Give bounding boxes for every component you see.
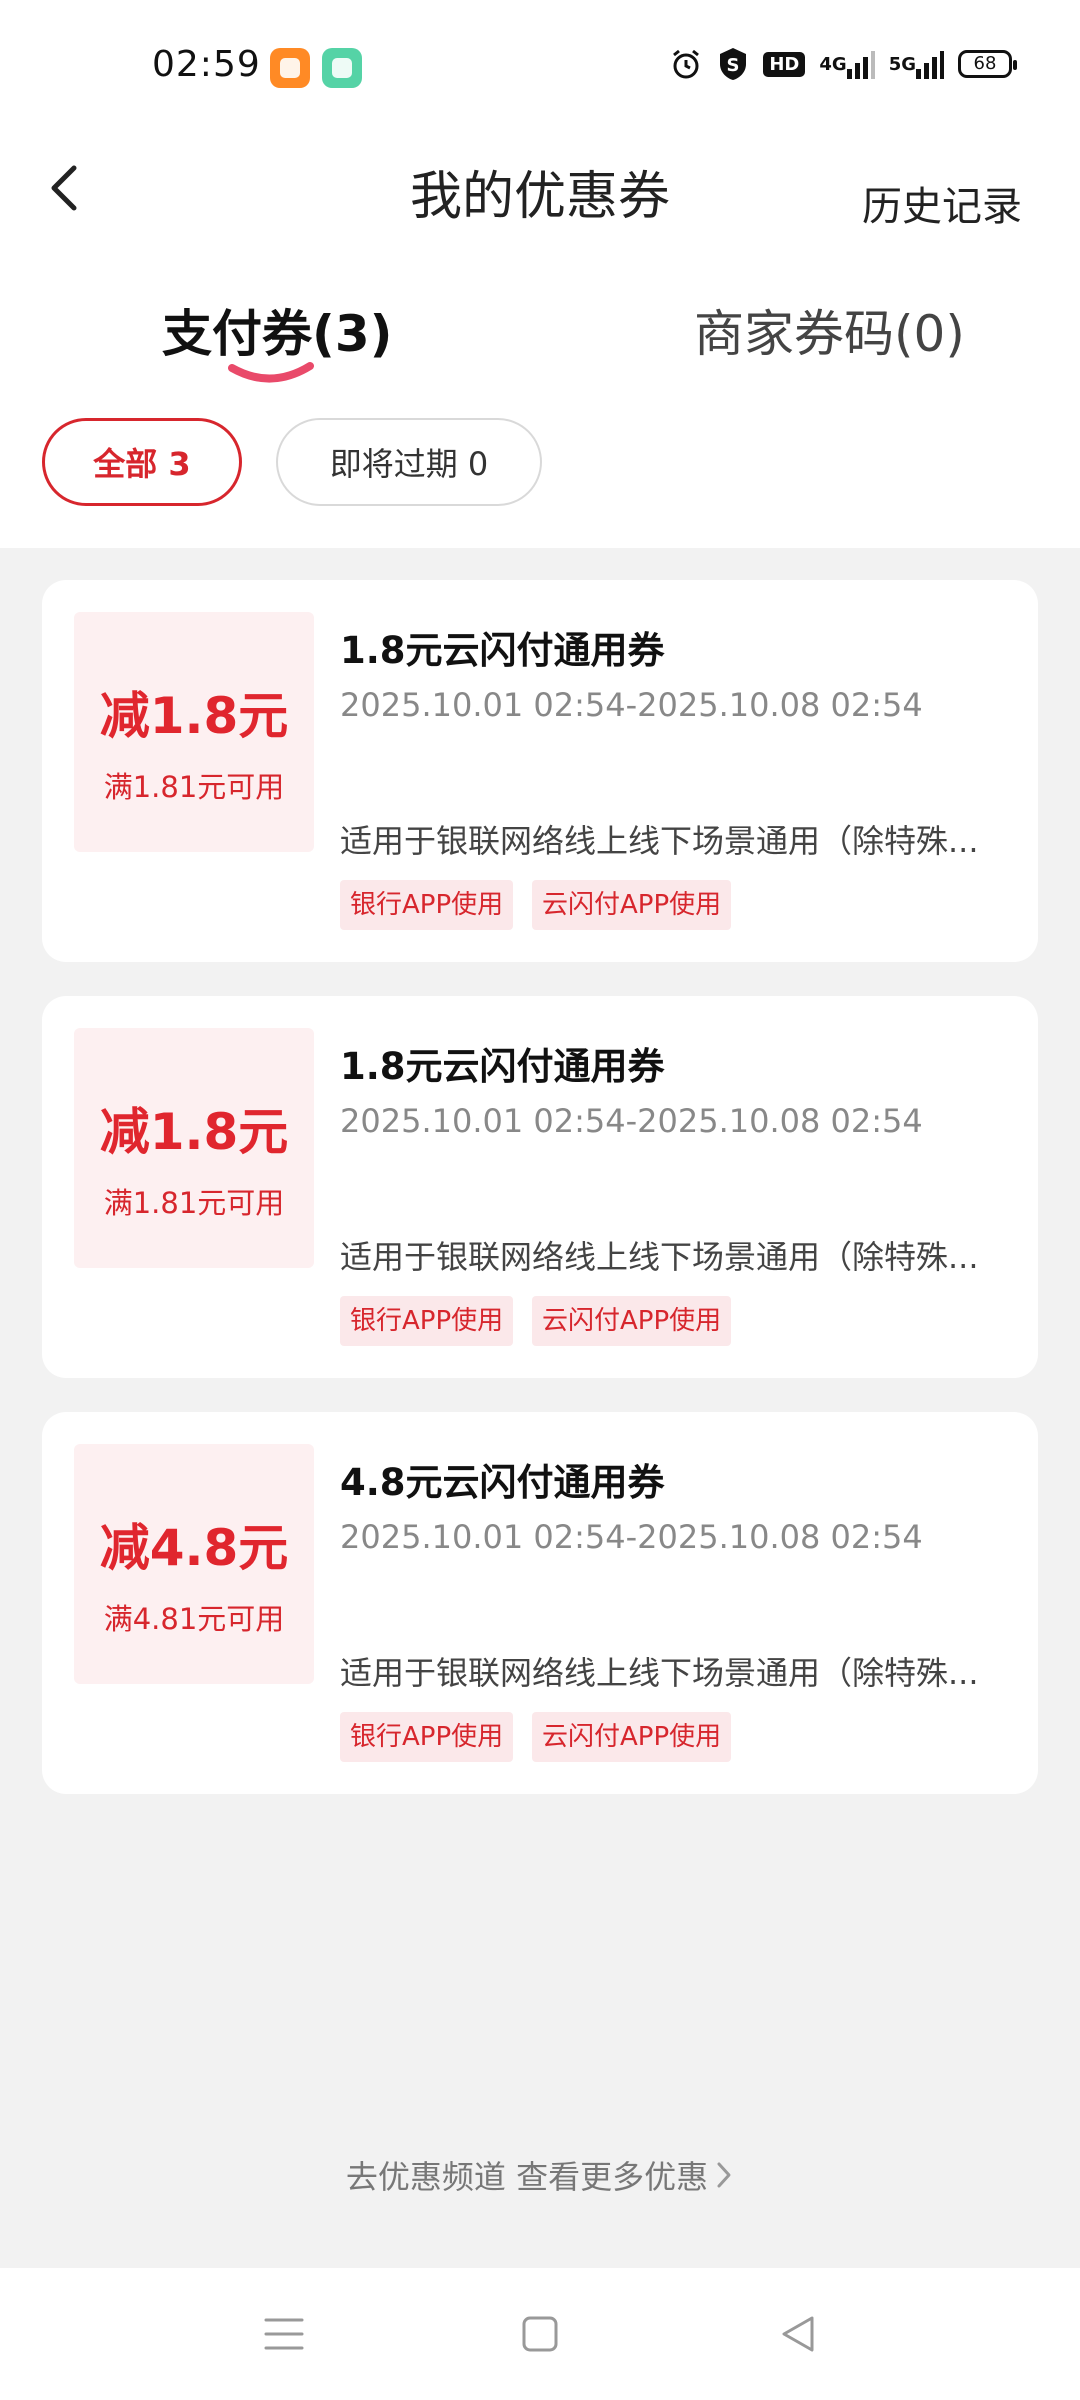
tab-merchant-codes[interactable]: 商家券码(0) — [694, 294, 965, 366]
signal-5g-icon: 5G — [889, 49, 944, 79]
hd-icon: HD — [763, 51, 806, 77]
coupon-validity: 2025.10.01 02:54-2025.10.08 02:54 — [340, 1518, 923, 1556]
coupon-amount-box: 减1.8元 满1.81元可用 — [74, 1028, 314, 1268]
alarm-icon — [669, 47, 703, 81]
app-badge-green-icon — [322, 48, 362, 88]
chevron-right-icon — [714, 2160, 734, 2198]
coupon-amount: 减1.8元 — [99, 1103, 289, 1161]
coupon-condition: 满1.81元可用 — [103, 1186, 285, 1220]
coupon-description: 适用于银联网络线上线下场景通用（除特殊... — [340, 1654, 979, 1692]
coupon-card[interactable]: 减1.8元 满1.81元可用 1.8元云闪付通用券 2025.10.01 02:… — [42, 580, 1038, 962]
coupon-tag: 银行APP使用 — [340, 1712, 514, 1762]
status-time: 02:59 — [152, 44, 261, 85]
page-header: 我的优惠券 历史记录 — [0, 136, 1080, 266]
coupon-amount: 减4.8元 — [99, 1519, 289, 1577]
coupon-title: 1.8元云闪付通用券 — [340, 1045, 665, 1088]
coupon-tag: 云闪付APP使用 — [532, 1712, 732, 1762]
coupon-validity: 2025.10.01 02:54-2025.10.08 02:54 — [340, 686, 923, 724]
history-link[interactable]: 历史记录 — [862, 174, 1022, 232]
system-nav-bar — [0, 2268, 1080, 2400]
coupon-validity: 2025.10.01 02:54-2025.10.08 02:54 — [340, 1102, 923, 1140]
coupon-tag: 银行APP使用 — [340, 880, 514, 930]
coupon-title: 1.8元云闪付通用券 — [340, 629, 665, 672]
menu-icon[interactable] — [262, 2312, 306, 2356]
coupon-amount: 减1.8元 — [99, 687, 289, 745]
coupon-description: 适用于银联网络线上线下场景通用（除特殊... — [340, 1238, 979, 1276]
battery-icon: 68 — [958, 50, 1017, 78]
more-offers-link[interactable]: 去优惠频道 查看更多优惠 — [0, 2152, 1080, 2198]
status-icons: S HD 4G 5G 68 — [669, 46, 1017, 82]
status-bar: 02:59 S HD 4G 5G 68 — [0, 0, 1080, 136]
coupon-condition: 满1.81元可用 — [103, 770, 285, 804]
app-badge-orange-icon — [270, 48, 310, 88]
coupon-description: 适用于银联网络线上线下场景通用（除特殊... — [340, 822, 979, 860]
coupon-card[interactable]: 减4.8元 满4.81元可用 4.8元云闪付通用券 2025.10.01 02:… — [42, 1412, 1038, 1794]
filter-all-chip[interactable]: 全部 3 — [42, 418, 242, 506]
coupon-condition: 满4.81元可用 — [103, 1602, 285, 1636]
coupon-card[interactable]: 减1.8元 满1.81元可用 1.8元云闪付通用券 2025.10.01 02:… — [42, 996, 1038, 1378]
net2-label: 5G — [888, 53, 916, 75]
coupon-tabs: 支付券(3) 商家券码(0) — [0, 280, 1080, 390]
filter-expiring-chip[interactable]: 即将过期 0 — [276, 418, 542, 506]
hd-label: HD — [769, 53, 800, 75]
coupon-tag: 银行APP使用 — [340, 1296, 514, 1346]
signal-4g-icon: 4G — [819, 49, 875, 79]
coupon-amount-box: 减1.8元 满1.81元可用 — [74, 612, 314, 852]
tab-payment-coupons[interactable]: 支付券(3) — [162, 294, 393, 366]
more-offers-label: 去优惠频道 查看更多优惠 — [345, 2158, 709, 2196]
coupon-title: 4.8元云闪付通用券 — [340, 1461, 665, 1504]
coupon-tag: 云闪付APP使用 — [532, 1296, 732, 1346]
coupon-amount-box: 减4.8元 满4.81元可用 — [74, 1444, 314, 1684]
battery-level: 68 — [973, 53, 997, 74]
s-shield-icon: S — [717, 46, 749, 82]
svg-text:S: S — [727, 55, 740, 76]
home-square-icon[interactable] — [518, 2312, 562, 2356]
coupon-tag: 云闪付APP使用 — [532, 880, 732, 930]
net1-label: 4G — [819, 53, 847, 75]
back-triangle-icon[interactable] — [776, 2312, 820, 2356]
tab-active-indicator — [228, 362, 314, 383]
